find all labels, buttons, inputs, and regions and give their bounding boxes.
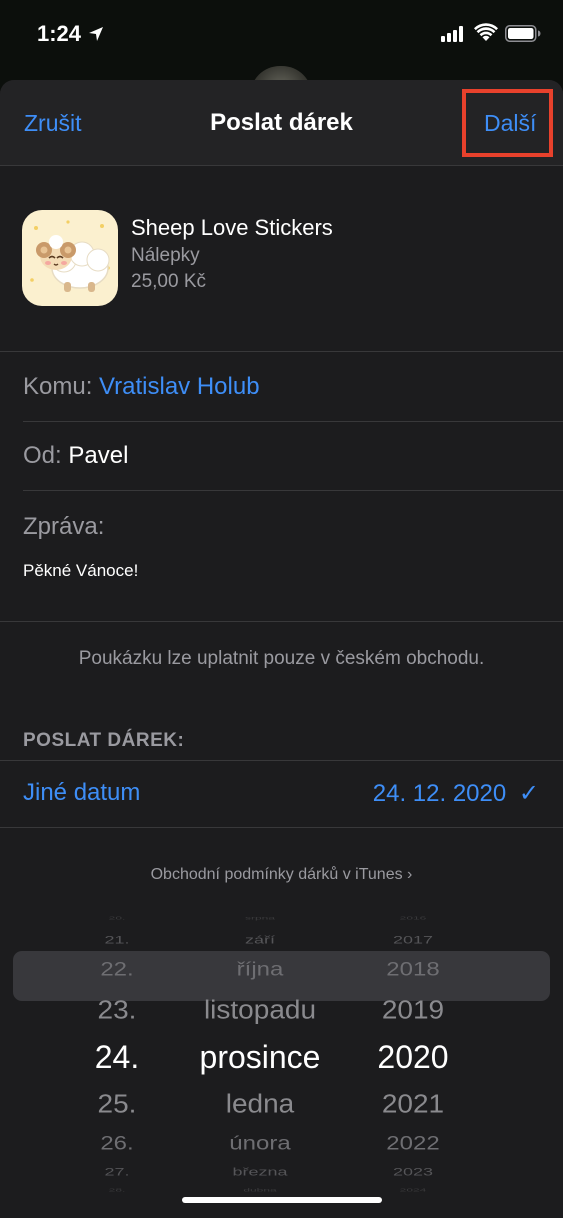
send-date-row[interactable]: Jiné datum 24. 12. 2020 ✓ xyxy=(0,760,563,828)
picker-year[interactable]: 2016 xyxy=(313,916,513,920)
from-label: Od: xyxy=(23,442,62,469)
product-price: 25,00 Kč xyxy=(131,271,206,292)
divider xyxy=(0,827,563,828)
divider xyxy=(23,490,563,491)
sheep-app-icon xyxy=(22,210,118,306)
home-indicator xyxy=(182,1197,382,1203)
redeem-notice: Poukázku lze uplatnit pouze v českém obc… xyxy=(78,648,485,669)
other-date-label[interactable]: Jiné datum xyxy=(23,779,140,807)
message-field[interactable]: Pěkné Vánoce! xyxy=(23,561,138,581)
picker-year[interactable]: 2020 xyxy=(313,1041,513,1073)
status-time: 1:24 xyxy=(37,21,82,46)
to-label: Komu: xyxy=(23,373,93,400)
selected-date: 24. 12. 2020 xyxy=(372,780,507,807)
picker-year[interactable]: 2017 xyxy=(313,934,513,945)
send-section-header: POSLAT DÁREK: xyxy=(23,730,185,751)
divider xyxy=(23,421,563,422)
product-name: Sheep Love Stickers xyxy=(131,215,333,240)
cellular-signal-icon xyxy=(441,26,463,42)
divider xyxy=(0,351,563,352)
to-row[interactable]: Komu: Vratislav Holub xyxy=(23,373,260,401)
highlight-box xyxy=(462,89,553,157)
message-label: Zpráva: xyxy=(23,513,105,540)
checkmark-icon: ✓ xyxy=(518,780,539,807)
picker-year[interactable]: 2022 xyxy=(313,1134,513,1154)
recipient-name[interactable]: Vratislav Holub xyxy=(99,373,260,400)
picker-year[interactable]: 2021 xyxy=(313,1090,513,1117)
product-category: Nálepky xyxy=(131,245,200,266)
sender-name[interactable]: Pavel xyxy=(68,442,128,469)
picker-year[interactable]: 2019 xyxy=(313,996,513,1023)
picker-year[interactable]: 2024 xyxy=(313,1188,513,1192)
nav-bar: Zrušit Poslat dárek Další xyxy=(0,80,563,166)
send-date-value[interactable]: 24. 12. 2020 ✓ xyxy=(373,779,539,808)
date-picker[interactable]: 20. 21. 22. 23. 24. 25. 26. 27. 28. srpna září říjn… xyxy=(0,838,563,1192)
status-bar: 1:24 xyxy=(0,0,563,72)
from-row[interactable]: Od: Pavel xyxy=(23,442,128,470)
picker-year[interactable]: 2023 xyxy=(313,1166,513,1177)
battery-icon xyxy=(505,25,541,42)
location-arrow-icon xyxy=(89,27,103,41)
wifi-icon xyxy=(474,23,498,41)
divider xyxy=(0,621,563,622)
picker-year[interactable]: 2018 xyxy=(313,960,513,980)
